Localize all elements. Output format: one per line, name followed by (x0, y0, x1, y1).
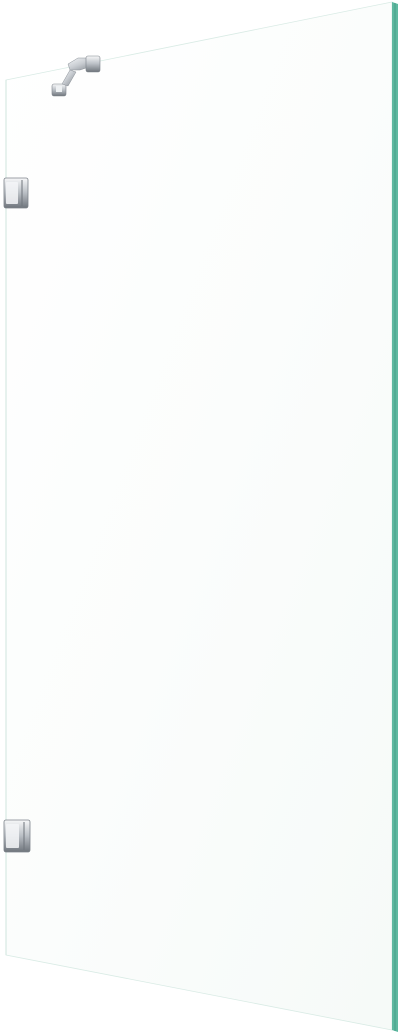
product-photo (0, 0, 400, 1034)
upper-wall-clamp (3, 177, 29, 209)
shower-screen-illustration (3, 1, 398, 1032)
glass-panel (5, 1, 393, 1031)
lower-wall-clamp (3, 819, 31, 853)
